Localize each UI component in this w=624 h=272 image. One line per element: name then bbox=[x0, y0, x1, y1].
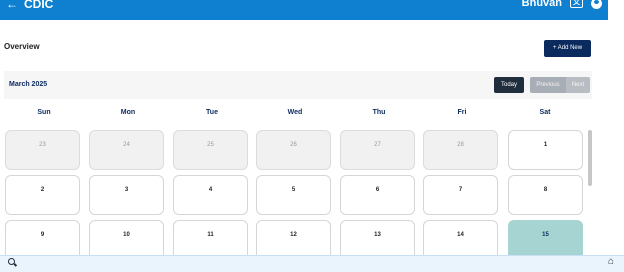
weekday-thu: Thu bbox=[372, 109, 386, 116]
home-icon[interactable]: ⌂ bbox=[608, 257, 618, 267]
calendar-day[interactable]: 4 bbox=[173, 175, 248, 215]
search-icon[interactable] bbox=[8, 258, 15, 265]
weekday-sun: Sun bbox=[37, 109, 51, 116]
day-number: 12 bbox=[290, 232, 297, 238]
calendar-day[interactable]: 7 bbox=[423, 175, 498, 215]
day-number: 11 bbox=[207, 232, 214, 238]
day-number: 28 bbox=[457, 142, 464, 148]
calendar-day[interactable]: 23 bbox=[5, 130, 80, 170]
day-number: 7 bbox=[458, 187, 463, 193]
day-number: 6 bbox=[375, 187, 380, 193]
previous-button[interactable]: Previous bbox=[530, 77, 566, 93]
calendar-day[interactable]: 12 bbox=[256, 220, 331, 260]
bottom-bar: ⌂ bbox=[0, 255, 624, 272]
calendar-day[interactable]: 13 bbox=[340, 220, 415, 260]
calendar-day[interactable]: 24 bbox=[89, 130, 164, 170]
calendar-day-today[interactable]: 15 bbox=[508, 220, 583, 260]
weekday-header: Sun Mon Tue Wed Thu Fri Sat bbox=[4, 104, 588, 124]
calendar-day[interactable]: 3 bbox=[89, 175, 164, 215]
weekday-tue: Tue bbox=[206, 109, 218, 116]
day-number: 26 bbox=[290, 142, 297, 148]
calendar-toolbar: March 2025 Today Previous Next bbox=[4, 71, 592, 99]
day-number: 5 bbox=[291, 187, 296, 193]
day-number: 24 bbox=[123, 142, 130, 148]
top-bar: ← CDIC Bhuvan 文 bbox=[0, 0, 608, 20]
day-number: 23 bbox=[39, 142, 46, 148]
day-number: 9 bbox=[40, 232, 45, 238]
back-button[interactable]: ← CDIC bbox=[6, 0, 53, 11]
day-number: 14 bbox=[457, 232, 464, 238]
day-number: 1 bbox=[543, 142, 548, 148]
calendar-day[interactable]: 26 bbox=[256, 130, 331, 170]
calendar-day[interactable]: 9 bbox=[5, 220, 80, 260]
calendar-day[interactable]: 1 bbox=[508, 130, 583, 170]
day-number: 4 bbox=[208, 187, 213, 193]
month-label: March 2025 bbox=[9, 81, 48, 88]
calendar-day[interactable]: 14 bbox=[423, 220, 498, 260]
day-number: 8 bbox=[543, 187, 548, 193]
add-new-button[interactable]: + Add New bbox=[544, 40, 591, 57]
translate-icon[interactable]: 文 bbox=[570, 0, 583, 8]
day-number: 27 bbox=[374, 142, 381, 148]
weekday-fri: Fri bbox=[457, 109, 467, 116]
calendar-day[interactable]: 10 bbox=[89, 220, 164, 260]
weekday-mon: Mon bbox=[120, 109, 136, 116]
calendar-day[interactable]: 8 bbox=[508, 175, 583, 215]
day-number: 15 bbox=[542, 232, 549, 238]
day-number: 10 bbox=[123, 232, 130, 238]
day-number: 3 bbox=[124, 187, 129, 193]
back-arrow-icon: ← bbox=[6, 0, 18, 11]
user-menu[interactable]: Bhuvan 文 bbox=[522, 0, 602, 9]
day-number: 13 bbox=[374, 232, 381, 238]
app-title: CDIC bbox=[24, 0, 54, 11]
calendar-scrollbar[interactable] bbox=[588, 130, 592, 186]
page-title: Overview bbox=[4, 42, 40, 51]
today-button[interactable]: Today bbox=[494, 77, 524, 93]
calendar-day[interactable]: 6 bbox=[340, 175, 415, 215]
weekday-wed: Wed bbox=[287, 109, 303, 116]
calendar-day[interactable]: 2 bbox=[5, 175, 80, 215]
day-number: 2 bbox=[40, 187, 45, 193]
calendar-day[interactable]: 25 bbox=[173, 130, 248, 170]
calendar-day[interactable]: 28 bbox=[423, 130, 498, 170]
calendar-day[interactable]: 5 bbox=[256, 175, 331, 215]
weekday-sat: Sat bbox=[539, 109, 551, 116]
user-icon[interactable] bbox=[591, 0, 602, 9]
calendar-day[interactable]: 27 bbox=[340, 130, 415, 170]
user-name: Bhuvan bbox=[521, 0, 562, 9]
day-number: 25 bbox=[207, 142, 214, 148]
next-button[interactable]: Next bbox=[566, 77, 590, 93]
calendar-day[interactable]: 11 bbox=[173, 220, 248, 260]
